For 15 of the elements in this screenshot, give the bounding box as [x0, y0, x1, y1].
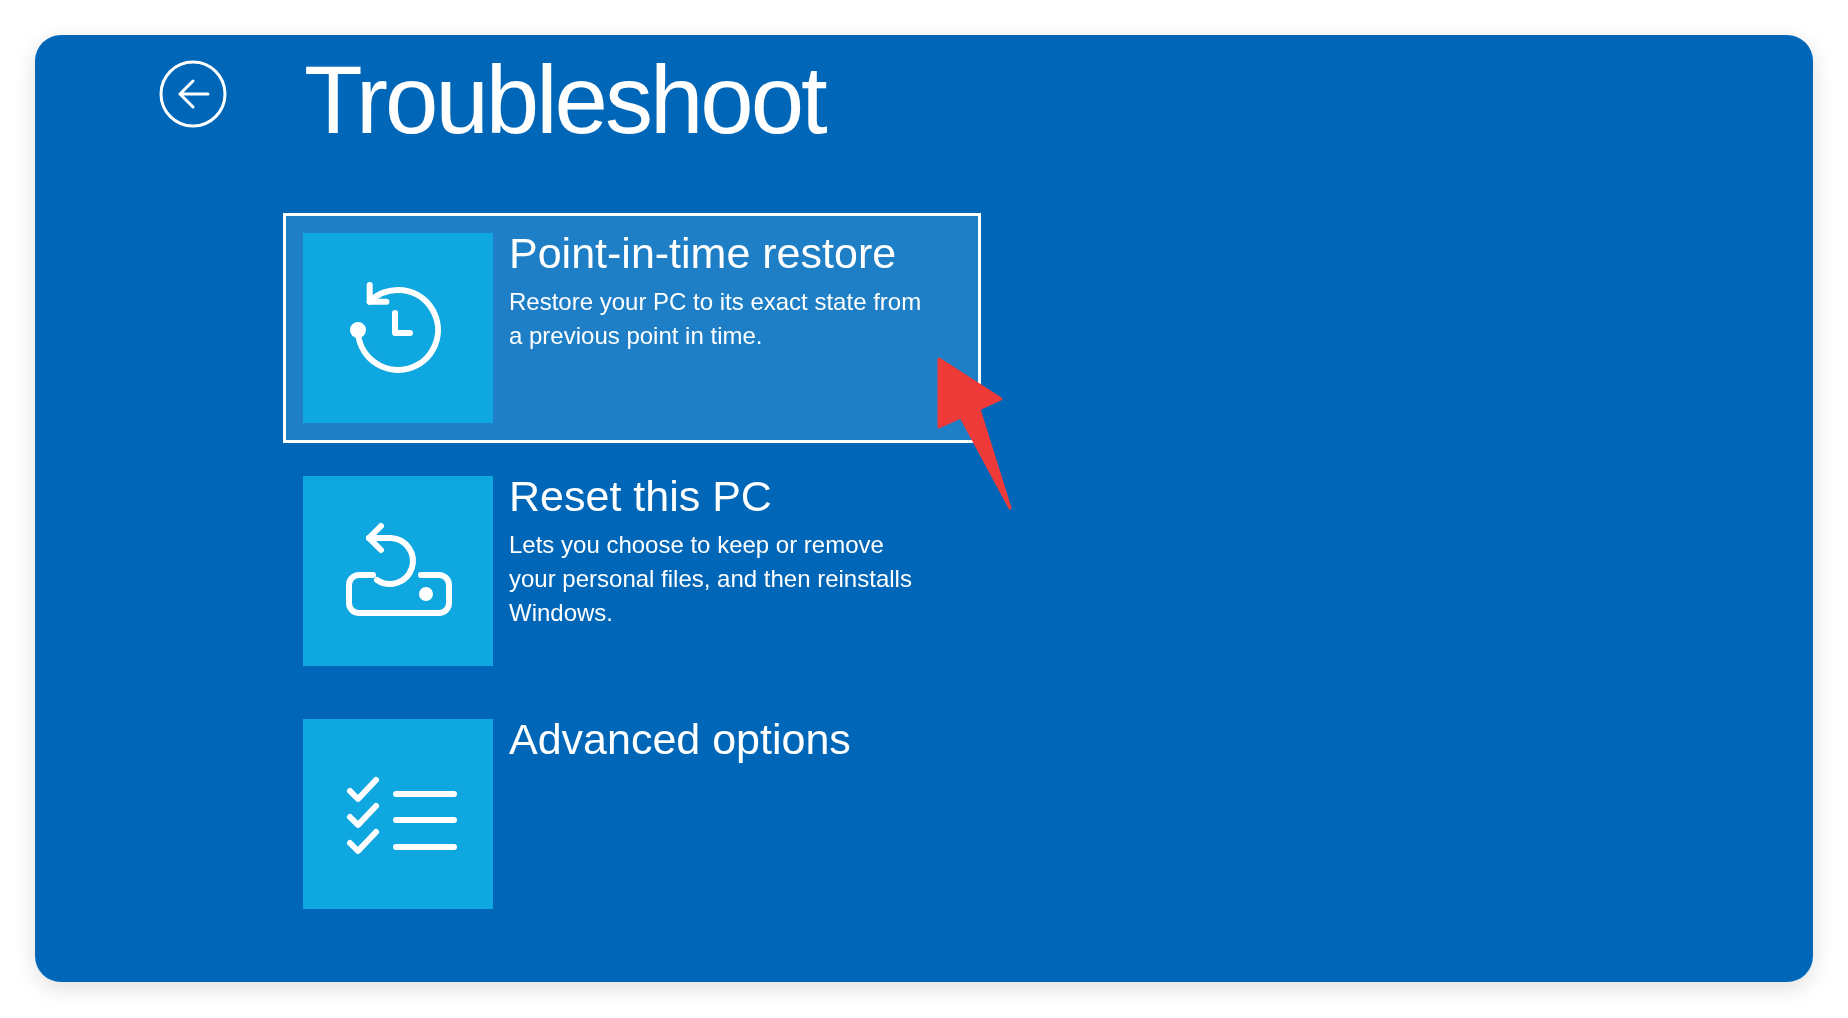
option-title: Reset this PC [509, 472, 772, 520]
history-icon [303, 233, 493, 423]
drive-reset-icon [303, 476, 493, 666]
back-icon [159, 60, 227, 128]
option-card[interactable]: Advanced options [283, 699, 981, 929]
option-card[interactable]: Point-in-time restore Restore your PC to its exact state from a previous point in time. [283, 213, 981, 443]
page-title: Troubleshoot [304, 50, 825, 150]
checklist-icon [303, 719, 493, 909]
option-description: Restore your PC to its exact state from a previous point in time. [509, 287, 923, 351]
option-card[interactable]: Reset this PC Lets you choose to keep or remove your personal files, and then reinstalls Windows. [283, 456, 981, 686]
option-description: Lets you choose to keep or remove your personal files, and then reinstalls Windows. [509, 530, 913, 628]
option-title: Point-in-time restore [509, 229, 897, 277]
back-button[interactable] [159, 60, 227, 128]
arrow-icon [935, 355, 1014, 512]
option-title: Advanced options [509, 715, 851, 763]
